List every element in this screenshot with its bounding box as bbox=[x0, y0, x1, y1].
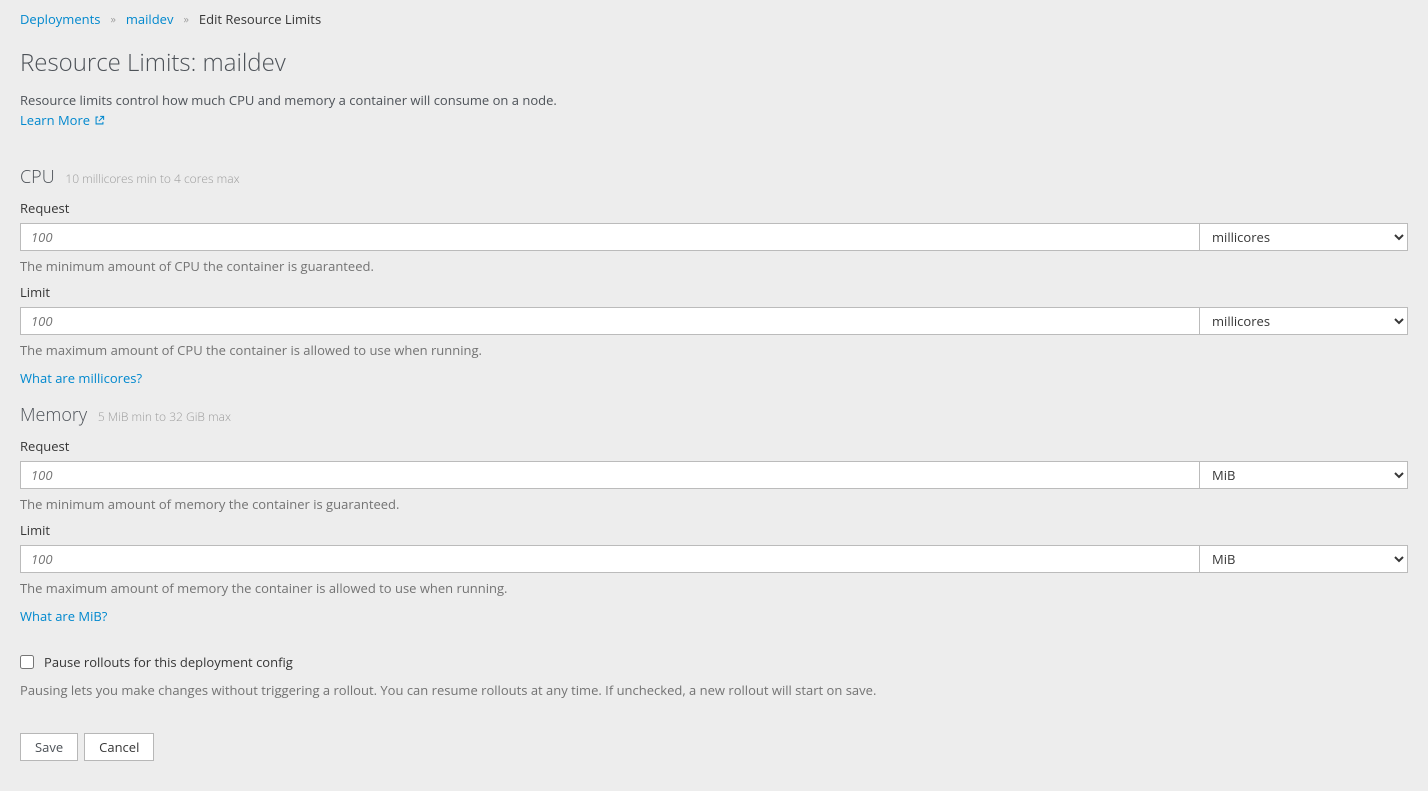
breadcrumb-current: Edit Resource Limits bbox=[199, 10, 321, 28]
memory-request-input[interactable] bbox=[20, 461, 1200, 489]
save-button[interactable]: Save bbox=[20, 733, 78, 761]
cpu-limit-unit-select[interactable]: millicores bbox=[1200, 307, 1408, 335]
cpu-request-label: Request bbox=[20, 199, 1408, 217]
memory-limit-input[interactable] bbox=[20, 545, 1200, 573]
cpu-unit-help-link[interactable]: What are millicores? bbox=[20, 369, 1408, 387]
learn-more-link[interactable]: Learn More bbox=[20, 111, 105, 129]
cpu-limit-label: Limit bbox=[20, 283, 1408, 301]
breadcrumb-deployments[interactable]: Deployments bbox=[20, 10, 100, 28]
cpu-limit-help: The maximum amount of CPU the container … bbox=[20, 341, 1408, 359]
memory-unit-help-link[interactable]: What are MiB? bbox=[20, 607, 1408, 625]
page-title: Resource Limits: maildev bbox=[20, 46, 1408, 79]
cpu-request-unit-select[interactable]: millicores bbox=[1200, 223, 1408, 251]
memory-limit-unit-select[interactable]: MiB bbox=[1200, 545, 1408, 573]
memory-section-title: Memory 5 MiB min to 32 GiB max bbox=[20, 403, 1408, 427]
cpu-limit-row: millicores bbox=[20, 307, 1408, 335]
cpu-limit-input[interactable] bbox=[20, 307, 1200, 335]
memory-limit-row: MiB bbox=[20, 545, 1408, 573]
pause-help: Pausing lets you make changes without tr… bbox=[20, 681, 1408, 699]
cpu-request-help: The minimum amount of CPU the container … bbox=[20, 257, 1408, 275]
cpu-hint: 10 millicores min to 4 cores max bbox=[65, 170, 239, 187]
external-link-icon bbox=[94, 115, 105, 126]
memory-limit-help: The maximum amount of memory the contain… bbox=[20, 579, 1408, 597]
button-row: Save Cancel bbox=[20, 733, 1408, 761]
page-description: Resource limits control how much CPU and… bbox=[20, 91, 1408, 109]
memory-request-unit-select[interactable]: MiB bbox=[1200, 461, 1408, 489]
cpu-title-text: CPU bbox=[20, 165, 55, 189]
memory-hint: 5 MiB min to 32 GiB max bbox=[98, 408, 231, 425]
cpu-request-row: millicores bbox=[20, 223, 1408, 251]
breadcrumb-separator-icon: » bbox=[110, 12, 115, 27]
cancel-button[interactable]: Cancel bbox=[84, 733, 154, 761]
learn-more-text: Learn More bbox=[20, 111, 90, 129]
breadcrumb: Deployments » maildev » Edit Resource Li… bbox=[20, 10, 1408, 28]
breadcrumb-maildev[interactable]: maildev bbox=[126, 10, 174, 28]
breadcrumb-separator-icon: » bbox=[183, 12, 188, 27]
pause-checkbox[interactable] bbox=[20, 655, 34, 669]
memory-request-row: MiB bbox=[20, 461, 1408, 489]
pause-label[interactable]: Pause rollouts for this deployment confi… bbox=[44, 653, 293, 671]
cpu-section-title: CPU 10 millicores min to 4 cores max bbox=[20, 165, 1408, 189]
memory-title-text: Memory bbox=[20, 403, 87, 427]
memory-limit-label: Limit bbox=[20, 521, 1408, 539]
memory-request-help: The minimum amount of memory the contain… bbox=[20, 495, 1408, 513]
memory-request-label: Request bbox=[20, 437, 1408, 455]
pause-checkbox-row: Pause rollouts for this deployment confi… bbox=[20, 653, 1408, 671]
cpu-request-input[interactable] bbox=[20, 223, 1200, 251]
